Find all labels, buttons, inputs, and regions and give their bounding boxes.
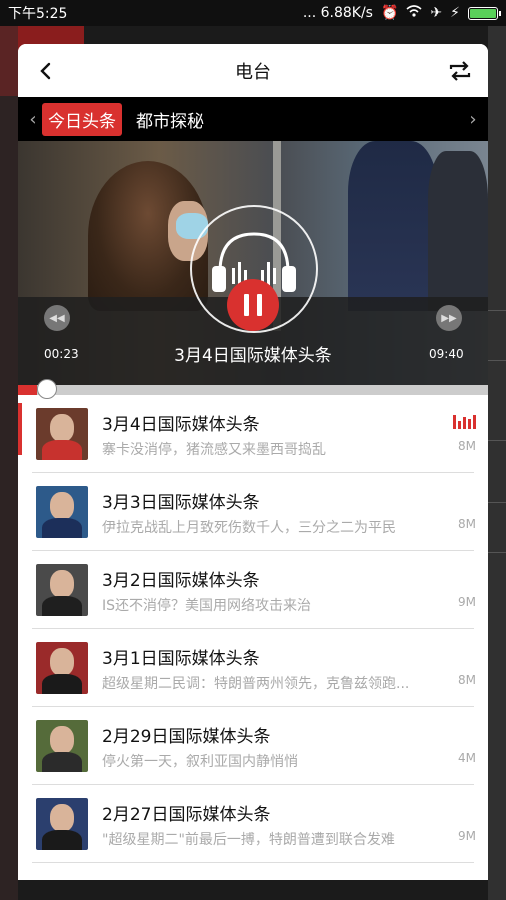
episode-meta: 8M — [446, 415, 476, 453]
episode-meta: 8M — [446, 649, 476, 687]
playlist-item[interactable]: 3月4日国际媒体头条寨卡没消停，猪流感又来墨西哥捣乱 8M — [18, 395, 488, 473]
background-left-strip — [0, 26, 18, 900]
progress-played — [18, 385, 37, 395]
rewind-icon: ◀◀ — [49, 312, 65, 324]
chevron-right-icon[interactable]: › — [464, 109, 482, 130]
pause-icon-bar — [257, 294, 262, 316]
episode-size: 8M — [458, 673, 476, 687]
episode-text: 3月2日国际媒体头条 IS还不消停？美国用网络攻击来治 — [102, 566, 446, 615]
tab-city-mystery[interactable]: 都市探秘 — [130, 103, 210, 136]
episode-subtitle: 停火第一天，叙利亚国内静悄悄 — [102, 753, 298, 770]
episode-thumbnail — [36, 408, 88, 460]
episode-title: 2月27日国际媒体头条 — [102, 804, 271, 825]
episode-title: 3月3日国际媒体头条 — [102, 492, 260, 513]
episode-thumbnail — [36, 642, 88, 694]
fast-forward-icon: ▶▶ — [441, 312, 457, 324]
fast-forward-button[interactable]: ▶▶ — [436, 305, 462, 331]
pause-icon — [244, 294, 249, 316]
total-duration: 09:40 — [429, 347, 464, 361]
player-panel: ◀◀ ▶▶ 00:23 3月4日国际媒体头条 09:40 — [18, 141, 488, 385]
episode-subtitle: 超级星期二民调：特朗普两州领先，克鲁兹领跑... — [102, 675, 410, 692]
episode-size: 9M — [458, 829, 476, 843]
episode-thumbnail — [36, 564, 88, 616]
back-button[interactable] — [32, 57, 60, 85]
episode-subtitle: 伊拉克战乱上月致死伤数千人，三分之二为平民 — [102, 519, 396, 536]
thumbnail-body — [42, 596, 82, 616]
episode-subtitle: 寨卡没消停，猪流感又来墨西哥捣乱 — [102, 441, 326, 458]
channel-tabs: ‹ 今日头条 都市探秘 › — [18, 97, 488, 141]
thumbnail-head — [50, 804, 74, 832]
episode-size: 9M — [458, 595, 476, 609]
battery-icon — [468, 6, 501, 20]
episode-text: 3月1日国际媒体头条超级星期二民调：特朗普两州领先，克鲁兹领跑... — [102, 644, 446, 693]
equalizer-icon — [453, 415, 476, 429]
background-right-strip — [488, 26, 506, 900]
alarm-icon: ⏰ — [380, 5, 399, 21]
pause-button[interactable] — [227, 279, 279, 331]
progress-bar[interactable] — [18, 379, 488, 399]
status-bar: 下午5:25 ... 6.88K/s ⏰ ✈ ⚡ — [0, 0, 506, 26]
status-time: 下午5:25 — [8, 6, 68, 22]
rewind-button[interactable]: ◀◀ — [44, 305, 70, 331]
wifi-icon — [406, 5, 422, 21]
now-playing-title: 3月4日国际媒体头条 — [174, 346, 332, 366]
thumbnail-body — [42, 440, 82, 460]
chevron-left-icon — [40, 62, 51, 79]
episode-meta: 9M — [446, 805, 476, 843]
chevron-left-icon[interactable]: ‹ — [24, 109, 42, 130]
episode-title: 3月4日国际媒体头条 — [102, 414, 260, 435]
episode-size: 8M — [458, 517, 476, 531]
repeat-button[interactable] — [446, 57, 474, 85]
episode-meta: 9M — [446, 571, 476, 609]
playlist-item[interactable]: 2月29日国际媒体头条停火第一天，叙利亚国内静悄悄 4M — [18, 707, 488, 785]
airplane-icon: ✈ — [430, 5, 443, 21]
playlist-item[interactable]: 2月27日国际媒体头条 "超级星期二"前最后一搏，特朗普遭到联合发难 9M — [18, 785, 488, 863]
episode-size: 4M — [458, 751, 476, 765]
episode-text: 2月27日国际媒体头条 "超级星期二"前最后一搏，特朗普遭到联合发难 — [102, 800, 446, 849]
network-speed: ... 6.88K/s — [302, 5, 373, 21]
thumbnail-head — [50, 648, 74, 676]
thumbnail-head — [50, 492, 74, 520]
episode-meta: 8M — [446, 493, 476, 531]
thumbnail-body — [42, 830, 82, 850]
episode-title: 3月2日国际媒体头条 — [102, 570, 260, 591]
episode-title: 3月1日国际媒体头条 — [102, 648, 260, 669]
thumbnail-head — [50, 414, 74, 442]
thumbnail-head — [50, 726, 74, 754]
thumbnail-head — [50, 570, 74, 598]
playlist-item[interactable]: 3月1日国际媒体头条超级星期二民调：特朗普两州领先，克鲁兹领跑... 8M — [18, 629, 488, 707]
episode-thumbnail — [36, 798, 88, 850]
episode-text: 2月29日国际媒体头条停火第一天，叙利亚国内静悄悄 — [102, 722, 446, 771]
playlist-item[interactable]: 3月3日国际媒体头条伊拉克战乱上月致死伤数千人，三分之二为平民 8M — [18, 473, 488, 551]
page-title: 电台 — [235, 61, 271, 83]
thumbnail-body — [42, 674, 82, 694]
episode-subtitle: "超级星期二"前最后一搏，特朗普遭到联合发难 — [102, 831, 395, 848]
episode-subtitle: IS还不消停？美国用网络攻击来治 — [102, 597, 312, 614]
divider — [32, 862, 474, 863]
thumbnail-body — [42, 518, 82, 538]
radio-modal: 电台 ‹ 今日头条 都市探秘 › ◀◀ ▶▶ 00:23 3月4日国际媒体头条 … — [18, 44, 488, 880]
playlist: 3月4日国际媒体头条 寨卡没消停，猪流感又来墨西哥捣乱 8M 3月3日国际媒体头条 伊拉… — [18, 395, 488, 863]
cover-figure-man-2 — [428, 151, 488, 311]
episode-title: 2月29日国际媒体头条 — [102, 726, 271, 747]
episode-size: 8M — [458, 439, 476, 453]
thumbnail-body — [42, 752, 82, 772]
playlist-item[interactable]: 3月2日国际媒体头条 IS还不消停？美国用网络攻击来治 9M — [18, 551, 488, 629]
episode-meta: 4M — [446, 727, 476, 765]
episode-thumbnail — [36, 486, 88, 538]
episode-text: 3月3日国际媒体头条伊拉克战乱上月致死伤数千人，三分之二为平民 — [102, 488, 446, 537]
episode-text: 3月4日国际媒体头条寨卡没消停，猪流感又来墨西哥捣乱 — [102, 410, 446, 459]
episode-thumbnail — [36, 720, 88, 772]
modal-header: 电台 — [18, 44, 488, 97]
charging-icon: ⚡ — [450, 5, 460, 21]
tab-today-headlines[interactable]: 今日头条 — [42, 102, 122, 136]
cover-figure-man — [348, 141, 438, 311]
repeat-icon — [449, 60, 471, 81]
